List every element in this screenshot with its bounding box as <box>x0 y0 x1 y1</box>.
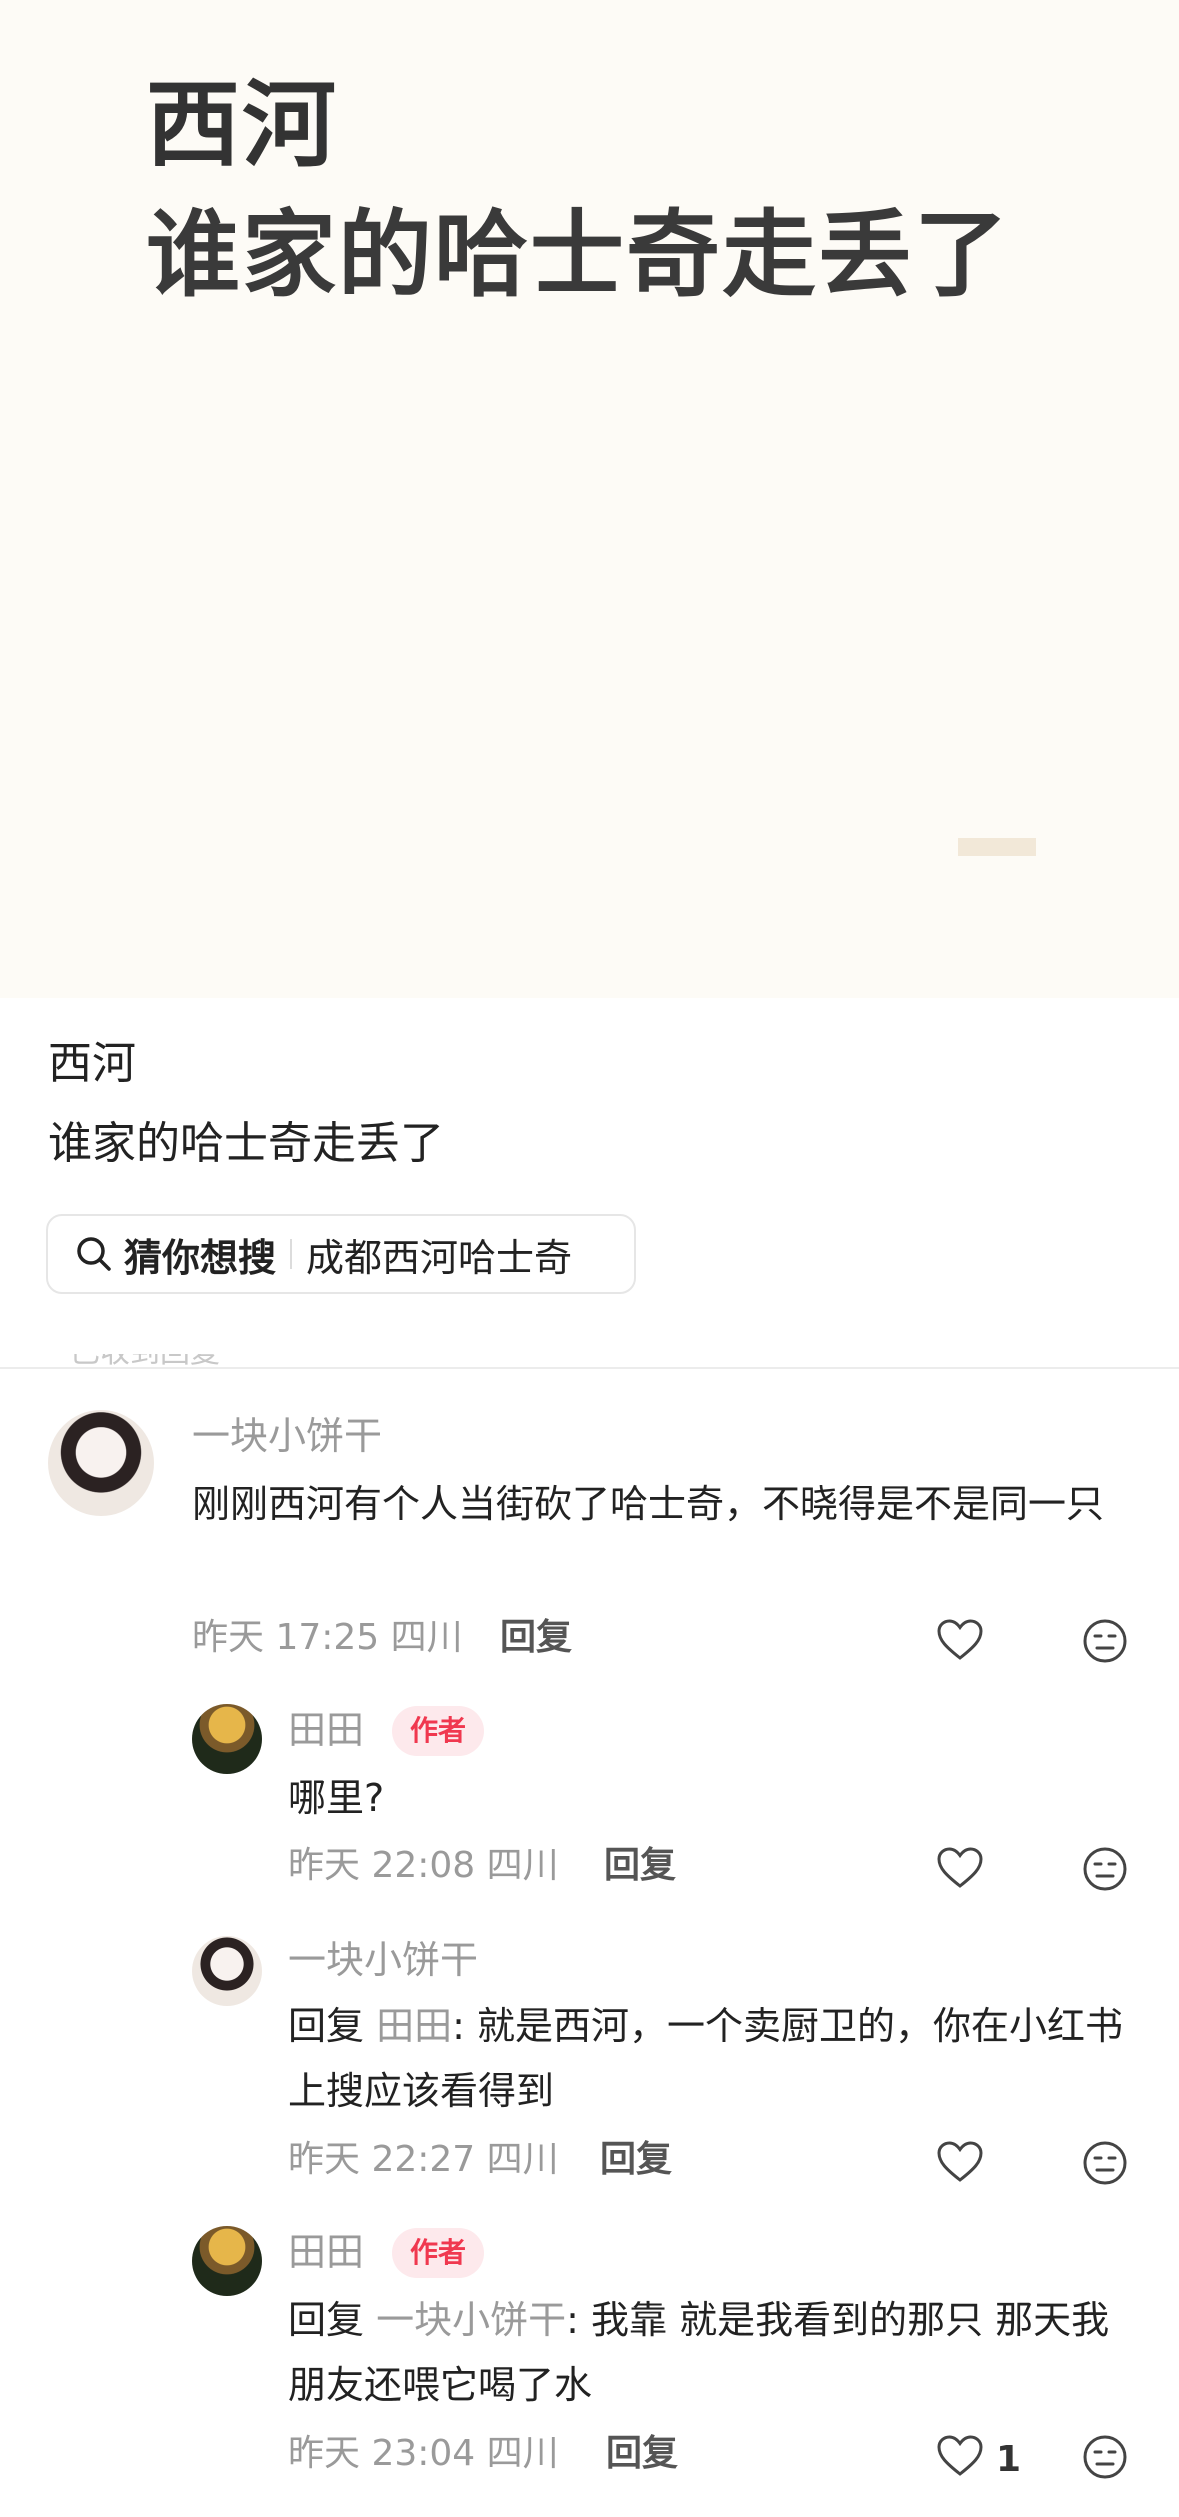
avatar[interactable] <box>48 1410 154 1516</box>
cover-decoration <box>958 838 1036 856</box>
post-title: 西河 <box>48 1038 136 1089</box>
author-badge: 作者 <box>392 1706 485 1756</box>
comment-text: 刚刚西河有个人当街砍了哈士奇，不晓得是不是同一只 <box>192 1482 1105 1526</box>
search-suggestion-divider <box>290 1239 293 1269</box>
search-suggestion-keyword: 成都西河哈士奇 <box>306 1235 573 1280</box>
cover-title-line2: 谁家的哈士奇走丢了 <box>146 201 1011 310</box>
meh-face-icon[interactable] <box>1082 1846 1128 1892</box>
heart-icon[interactable] <box>936 2140 984 2184</box>
avatar[interactable] <box>192 1704 262 1774</box>
mention-link[interactable]: 田田 <box>376 2004 452 2048</box>
meh-face-icon[interactable] <box>1082 2434 1128 2480</box>
cover-title-line1: 西河 <box>146 70 345 183</box>
comment-author[interactable]: 田田 <box>288 1708 364 1754</box>
heart-icon[interactable] <box>936 1618 984 1662</box>
comment-author[interactable]: 田田 <box>288 2230 364 2276</box>
section-hint: 已收到回复 <box>70 1354 250 1368</box>
like-count: 1 <box>996 2439 1022 2480</box>
comment-author[interactable]: 一块小饼干 <box>192 1414 382 1460</box>
comments-divider <box>0 1367 1179 1369</box>
comment-meta: 昨天 22:27 四川 <box>288 2139 559 2180</box>
reply-button[interactable]: 回复 <box>606 2432 678 2475</box>
comment-author[interactable]: 一块小饼干 <box>288 1938 478 1984</box>
meh-face-icon[interactable] <box>1082 1618 1128 1664</box>
reply-prefix: 回复 <box>288 2298 365 2342</box>
search-suggestion-tag[interactable]: 猜你想搜 成都西河哈士奇 <box>46 1214 636 1294</box>
mention-link[interactable]: 一块小饼干 <box>376 2298 566 2342</box>
reply-button[interactable]: 回复 <box>600 2138 672 2181</box>
search-icon <box>77 1237 111 1271</box>
comment-text: 回复 田田: 就是西河，一个卖厨卫的，你在小红书上搜应该看得到 <box>288 1994 1138 2124</box>
avatar[interactable] <box>192 1936 262 2006</box>
avatar[interactable] <box>192 2226 262 2296</box>
cover-image[interactable]: 西河 谁家的哈士奇走丢了 <box>0 0 1179 998</box>
reply-prefix: 回复 <box>288 2004 365 2048</box>
comment-meta: 昨天 17:25 四川 <box>192 1617 463 1658</box>
reply-button[interactable]: 回复 <box>500 1616 572 1659</box>
comment-meta: 昨天 22:08 四川 <box>288 1845 559 1886</box>
author-badge: 作者 <box>392 2228 485 2278</box>
heart-icon[interactable] <box>936 2434 984 2478</box>
comment-meta: 昨天 23:04 四川 <box>288 2433 559 2474</box>
comment-text: 回复 一块小饼干: 我靠 就是我看到的那只 那天我朋友还喂它喝了水 <box>288 2288 1138 2418</box>
heart-icon[interactable] <box>936 1846 984 1890</box>
meh-face-icon[interactable] <box>1082 2140 1128 2186</box>
comment-text: 哪里? <box>288 1776 385 1820</box>
post-body: 谁家的哈士奇走丢了 <box>48 1118 444 1169</box>
reply-button[interactable]: 回复 <box>604 1844 676 1887</box>
cover-title-highlight: 西河 <box>146 70 345 183</box>
search-suggestion-label: 猜你想搜 <box>124 1235 277 1280</box>
